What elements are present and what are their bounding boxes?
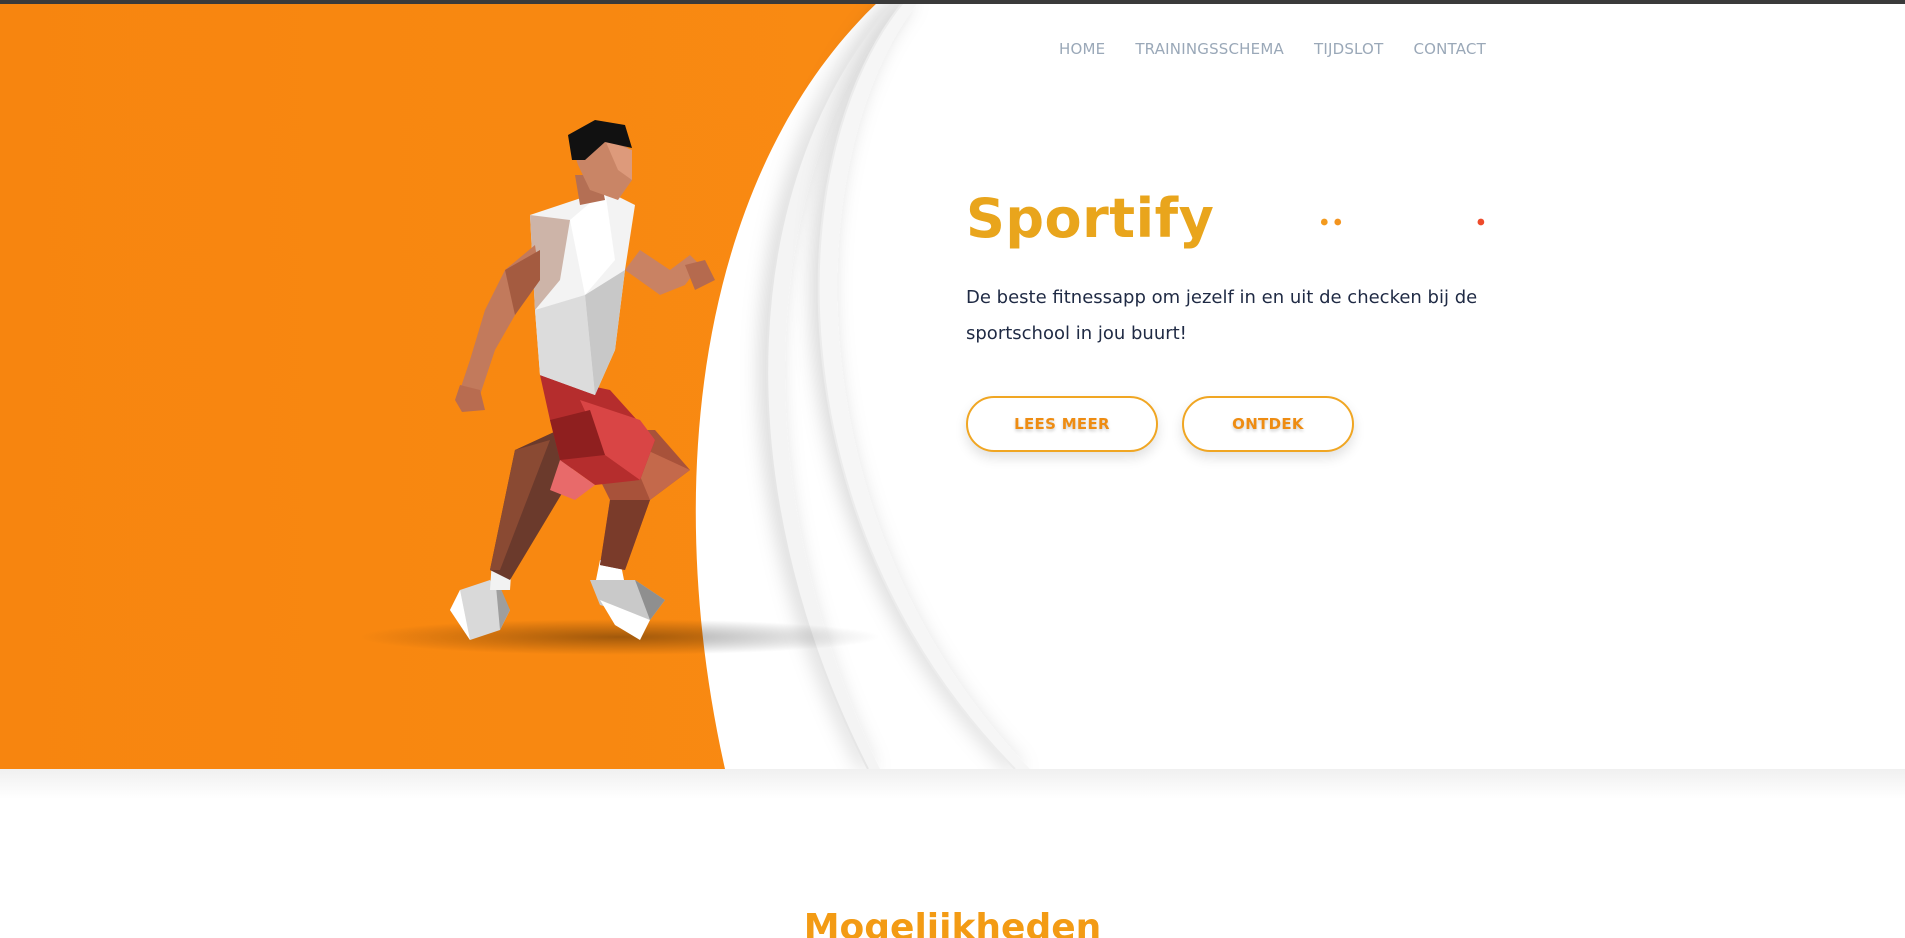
hero-section: HOME TRAININGSSCHEMA TIJDSLOT CONTACT Sp… (0, 0, 1905, 769)
hero-buttons: LEES MEER ONTDEK (966, 396, 1486, 452)
title-decoration-line (1235, 218, 1485, 226)
lees-meer-button[interactable]: LEES MEER (966, 396, 1158, 452)
nav-item-contact[interactable]: CONTACT (1413, 40, 1486, 58)
nav-item-trainingsschema[interactable]: TRAININGSSCHEMA (1135, 40, 1284, 58)
runner-illustration (450, 120, 715, 640)
section-heading-mogelijkheden: Mogelijkheden (803, 907, 1102, 938)
ontdek-button[interactable]: ONTDEK (1182, 396, 1354, 452)
brand-title: Sportify (966, 187, 1215, 250)
nav-item-tijdslot[interactable]: TIJDSLOT (1314, 40, 1383, 58)
page: HOME TRAININGSSCHEMA TIJDSLOT CONTACT Sp… (0, 0, 1905, 938)
browser-top-bar (0, 0, 1905, 4)
hero-background (0, 0, 1030, 769)
main-nav: HOME TRAININGSSCHEMA TIJDSLOT CONTACT (1059, 40, 1486, 58)
hero-tagline: De beste fitnessapp om jezelf in en uit … (966, 287, 1478, 344)
nav-item-home[interactable]: HOME (1059, 40, 1105, 58)
hero-content: Sportify De beste fitnessapp om jezelf i… (966, 186, 1486, 452)
brand-row: Sportify (966, 186, 1486, 252)
hero-bottom-shadow (0, 769, 1905, 799)
